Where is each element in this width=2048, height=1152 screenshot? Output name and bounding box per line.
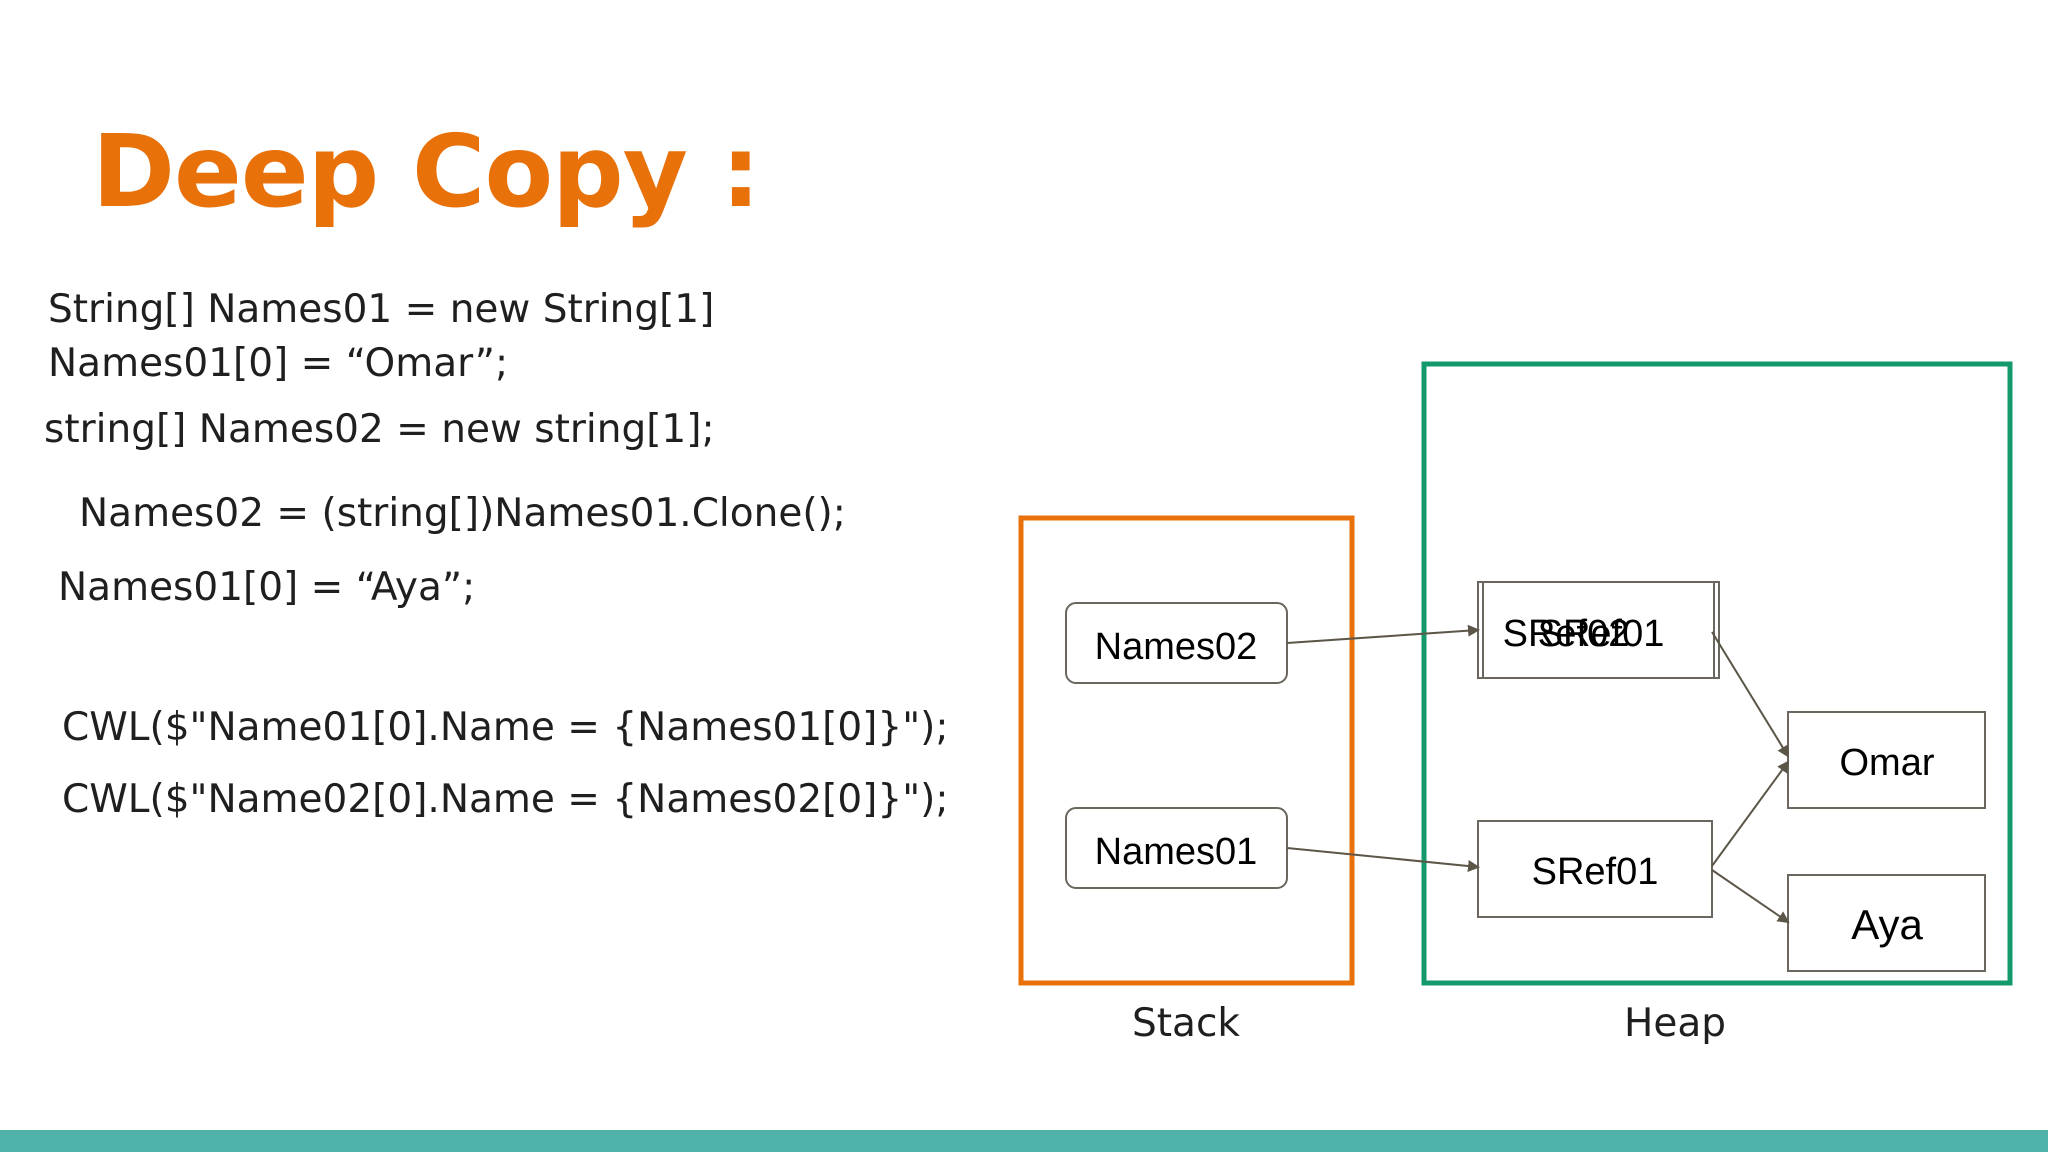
heap-node-sref01-upper-label: SRef01 — [1538, 613, 1665, 655]
heap-value-aya: Aya — [1787, 874, 1986, 972]
heap-value-omar: Omar — [1787, 711, 1986, 809]
stack-node-names01: Names01 — [1065, 807, 1288, 889]
stack-label: Stack — [1132, 1001, 1240, 1046]
stack-node-names01-label: Names01 — [1095, 831, 1258, 873]
arrow-upper-sref-to-omar — [1711, 631, 1790, 758]
arrow-names02-to-sref — [1286, 624, 1480, 644]
heap-value-omar-label: Omar — [1840, 742, 1935, 784]
stack-node-names02: Names02 — [1065, 602, 1288, 684]
heap-node-sref01-lower: SRef01 — [1477, 820, 1713, 918]
heap-label: Heap — [1624, 1001, 1726, 1046]
arrow-lower-sref-to-omar — [1711, 760, 1790, 867]
heap-node-sref01-lower-label: SRef01 — [1532, 851, 1659, 893]
memory-diagram: Names02 Names01 SRef02 SRef01 SRef01 Oma… — [1018, 361, 2013, 986]
heap-value-aya-label: Aya — [1851, 901, 1923, 948]
bottom-accent-bar — [0, 1130, 2048, 1152]
stack-region — [1018, 515, 1355, 986]
stack-node-names02-label: Names02 — [1095, 626, 1258, 668]
slide: Deep Copy : String[] Names01 = new Strin… — [0, 0, 2048, 1152]
arrow-names01-to-sref01 — [1286, 847, 1480, 872]
arrow-lower-sref-to-aya — [1711, 869, 1790, 924]
